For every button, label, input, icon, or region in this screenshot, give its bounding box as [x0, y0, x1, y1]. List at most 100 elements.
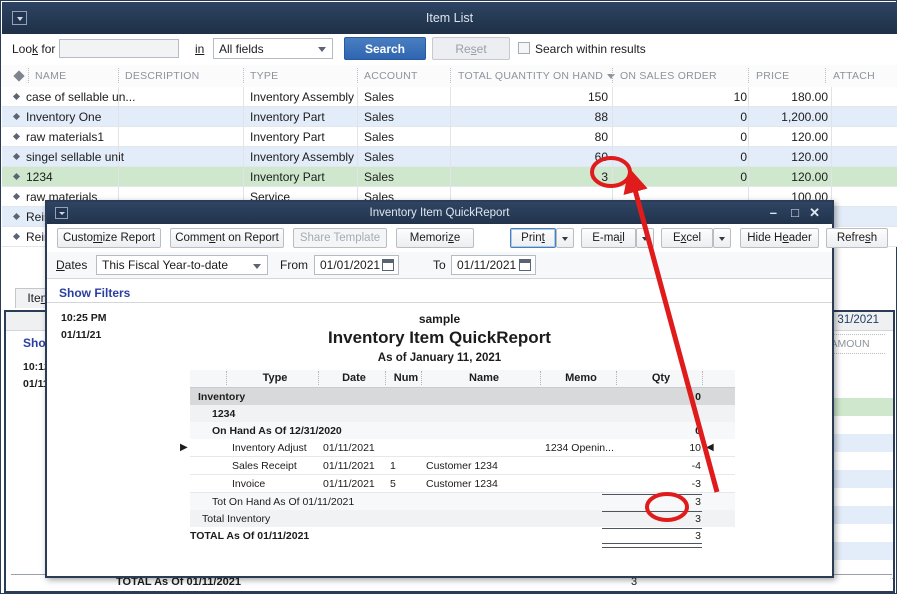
- table-row[interactable]: singel sellable unit Inventory Assembly …: [2, 147, 897, 167]
- column-divider[interactable]: [385, 371, 387, 385]
- column-divider[interactable]: [118, 68, 120, 83]
- table-row-selected[interactable]: 1234 Inventory Part Sales 3 0 120.00: [2, 167, 897, 187]
- column-divider[interactable]: [450, 68, 452, 83]
- search-scope-select[interactable]: All fields: [213, 38, 333, 59]
- cell-divider: [450, 107, 451, 127]
- report-group-row[interactable]: Inventory 0: [190, 388, 735, 405]
- column-divider[interactable]: [318, 371, 320, 385]
- row-end-marker-icon: ◀: [706, 442, 714, 453]
- cell-price: 120.00: [791, 130, 828, 144]
- report-column-num[interactable]: Num: [390, 372, 422, 384]
- cell-divider: [748, 147, 749, 167]
- expand-diamond-icon[interactable]: [12, 112, 21, 121]
- customize-report-button[interactable]: Customize Report: [57, 228, 161, 248]
- close-icon[interactable]: ✕: [809, 206, 820, 220]
- refresh-button[interactable]: Refresh: [826, 228, 888, 248]
- column-header-attach[interactable]: ATTACH: [833, 70, 875, 82]
- column-header-account[interactable]: ACCOUNT: [364, 70, 418, 82]
- column-divider[interactable]: [357, 68, 359, 83]
- report-subtotal-row[interactable]: Total Inventory 3: [190, 510, 735, 527]
- search-scope-value: All fields: [219, 42, 264, 56]
- calendar-icon[interactable]: [519, 259, 531, 271]
- item-list-titlebar: Item List: [2, 2, 897, 34]
- row-selector-icon[interactable]: ▶: [180, 442, 188, 453]
- column-divider[interactable]: [421, 371, 423, 385]
- quickreport-titlebar[interactable]: Inventory Item QuickReport – □ ✕: [47, 202, 832, 224]
- email-dropdown-button[interactable]: [636, 228, 654, 248]
- report-column-type[interactable]: Type: [232, 372, 318, 384]
- sort-diamond-icon[interactable]: [13, 70, 25, 82]
- cell-name: singel sellable unit: [26, 150, 125, 164]
- search-button[interactable]: Search: [344, 37, 426, 60]
- to-date-field[interactable]: 01/11/2021: [451, 255, 536, 275]
- column-header-type[interactable]: TYPE: [250, 70, 278, 82]
- print-button[interactable]: Print: [510, 228, 556, 248]
- show-filters-link[interactable]: Show Filters: [59, 286, 130, 300]
- report-subtotal-qty: 3: [695, 513, 701, 525]
- report-table-header: Type Date Num Name Memo Qty: [190, 370, 735, 388]
- cell-price: 120.00: [791, 150, 828, 164]
- maximize-icon[interactable]: □: [791, 206, 799, 220]
- report-detail-row[interactable]: Sales Receipt 01/11/2021 1 Customer 1234…: [190, 457, 735, 475]
- minimize-icon[interactable]: –: [770, 206, 777, 220]
- report-total-row[interactable]: TOTAL As Of 01/11/2021 3: [190, 527, 735, 548]
- cell-on-sales-order: 10: [733, 90, 747, 104]
- excel-dropdown-button[interactable]: [713, 228, 731, 248]
- column-header-total-qty[interactable]: TOTAL QUANTITY ON HAND: [458, 70, 616, 82]
- chevron-down-icon: [318, 47, 326, 52]
- dates-range-select[interactable]: This Fiscal Year-to-date: [96, 255, 268, 275]
- expand-diamond-icon[interactable]: [12, 212, 21, 221]
- hide-header-button[interactable]: Hide Header: [740, 228, 819, 248]
- report-subtitle: As of January 11, 2021: [377, 352, 502, 364]
- expand-diamond-icon[interactable]: [12, 192, 21, 201]
- column-divider[interactable]: [243, 68, 245, 83]
- column-divider[interactable]: [612, 68, 614, 83]
- report-column-name[interactable]: Name: [426, 372, 542, 384]
- table-row[interactable]: Inventory One Inventory Part Sales 88 0 …: [2, 107, 897, 127]
- table-row[interactable]: raw materials1 Inventory Part Sales 80 0…: [2, 127, 897, 147]
- calendar-icon[interactable]: [382, 259, 394, 271]
- expand-diamond-icon[interactable]: [12, 172, 21, 181]
- report-group-row[interactable]: 1234: [190, 405, 735, 422]
- search-input[interactable]: [59, 39, 179, 58]
- expand-diamond-icon[interactable]: [12, 132, 21, 141]
- report-subtotal-row[interactable]: Tot On Hand As Of 01/11/2021 3: [190, 493, 735, 510]
- report-detail-row[interactable]: ▶ Inventory Adjust 01/11/2021 1234 Openi…: [180, 439, 735, 457]
- report-table: Type Date Num Name Memo Qty Inventory 0 …: [180, 370, 735, 548]
- search-within-results-checkbox[interactable]: [518, 42, 530, 54]
- report-column-date[interactable]: Date: [323, 372, 385, 384]
- reset-button[interactable]: Reset: [432, 37, 510, 60]
- email-button[interactable]: E-mail: [581, 228, 636, 248]
- expand-diamond-icon[interactable]: [12, 92, 21, 101]
- column-divider[interactable]: [702, 371, 704, 385]
- cell-on-sales-order: 0: [740, 170, 747, 184]
- report-cell-num: 1: [390, 460, 396, 472]
- print-dropdown-button[interactable]: [556, 228, 574, 248]
- from-date-field[interactable]: 01/01/2021: [314, 255, 399, 275]
- column-divider[interactable]: [616, 371, 618, 385]
- column-divider[interactable]: [540, 371, 542, 385]
- cell-divider: [748, 167, 749, 187]
- column-header-description[interactable]: DESCRIPTION: [125, 70, 200, 82]
- report-column-qty[interactable]: Qty: [621, 372, 701, 384]
- memorize-button[interactable]: Memorize: [396, 228, 474, 248]
- column-header-price[interactable]: PRICE: [756, 70, 789, 82]
- column-divider[interactable]: [226, 371, 228, 385]
- expand-diamond-icon[interactable]: [12, 232, 21, 241]
- report-column-memo[interactable]: Memo: [545, 372, 617, 384]
- cell-account: Sales: [364, 130, 395, 144]
- excel-button[interactable]: Excel: [661, 228, 713, 248]
- column-divider[interactable]: [748, 68, 750, 83]
- column-divider[interactable]: [825, 68, 827, 83]
- column-divider[interactable]: [28, 68, 30, 83]
- expand-diamond-icon[interactable]: [12, 152, 21, 161]
- table-row[interactable]: case of sellable un... Inventory Assembl…: [2, 87, 897, 107]
- comment-on-report-button[interactable]: Comment on Report: [170, 228, 284, 248]
- cell-total-qty: 88: [594, 110, 608, 124]
- report-detail-row[interactable]: Invoice 01/11/2021 5 Customer 1234 -3: [190, 475, 735, 493]
- column-header-name[interactable]: NAME: [35, 70, 66, 82]
- report-group-row[interactable]: On Hand As Of 12/31/2020 0: [190, 422, 735, 439]
- column-header-on-sales-order[interactable]: ON SALES ORDER: [620, 70, 717, 82]
- report-cell-qty: 10: [689, 442, 701, 454]
- cell-name: Inventory One: [26, 110, 102, 124]
